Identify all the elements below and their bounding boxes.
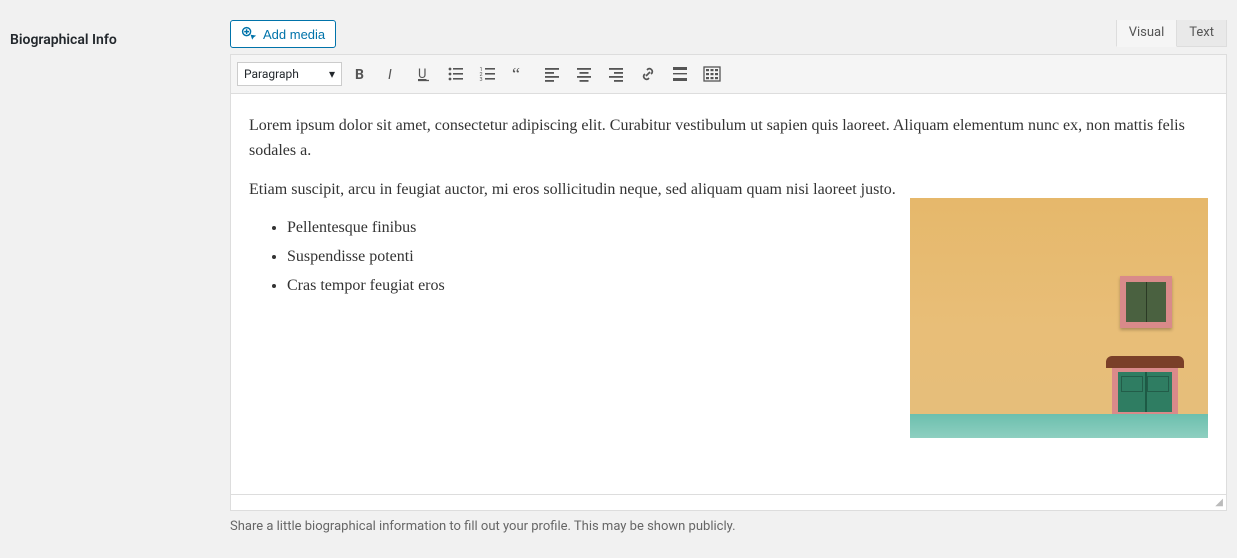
- svg-text:I: I: [388, 67, 392, 83]
- media-icon: [241, 26, 257, 42]
- add-media-button[interactable]: Add media: [230, 20, 336, 48]
- editor-content-area[interactable]: Lorem ipsum dolor sit amet, consectetur …: [231, 94, 1226, 494]
- resize-grip[interactable]: ◢: [231, 494, 1226, 510]
- format-select[interactable]: Paragraph ▾: [237, 62, 342, 86]
- field-label: Biographical Info: [10, 20, 230, 534]
- link-button[interactable]: [634, 60, 662, 88]
- svg-text:B: B: [355, 67, 364, 83]
- align-center-button[interactable]: [570, 60, 598, 88]
- toolbar: Paragraph ▾ B I U 123: [231, 55, 1226, 94]
- field-description: Share a little biographical information …: [230, 519, 1227, 534]
- content-image[interactable]: [910, 198, 1208, 438]
- bullet-list-button[interactable]: [442, 60, 470, 88]
- svg-text:3: 3: [480, 77, 483, 83]
- blockquote-button[interactable]: “: [506, 60, 534, 88]
- italic-button[interactable]: I: [378, 60, 406, 88]
- svg-text:U: U: [418, 67, 426, 82]
- content-bullet-list: Pellentesque finibus Suspendisse potenti…: [287, 216, 896, 298]
- read-more-button[interactable]: [666, 60, 694, 88]
- editor-tabs: Visual Text: [1117, 20, 1227, 47]
- svg-text:“: “: [512, 64, 520, 84]
- list-item: Suspendisse potenti: [287, 245, 896, 270]
- add-media-label: Add media: [263, 27, 325, 42]
- underline-button[interactable]: U: [410, 60, 438, 88]
- content-paragraph-1: Lorem ipsum dolor sit amet, consectetur …: [249, 114, 1208, 164]
- chevron-down-icon: ▾: [329, 67, 335, 81]
- toolbar-toggle-button[interactable]: [698, 60, 726, 88]
- editor-container: Paragraph ▾ B I U 123: [230, 54, 1227, 511]
- align-left-button[interactable]: [538, 60, 566, 88]
- list-item: Cras tempor feugiat eros: [287, 274, 896, 299]
- align-right-button[interactable]: [602, 60, 630, 88]
- bold-button[interactable]: B: [346, 60, 374, 88]
- format-selected: Paragraph: [244, 67, 299, 81]
- list-item: Pellentesque finibus: [287, 216, 896, 241]
- tab-text[interactable]: Text: [1176, 20, 1227, 47]
- content-paragraph-2: Etiam suscipit, arcu in feugiat auctor, …: [249, 178, 896, 203]
- numbered-list-button[interactable]: 123: [474, 60, 502, 88]
- tab-visual[interactable]: Visual: [1116, 20, 1178, 47]
